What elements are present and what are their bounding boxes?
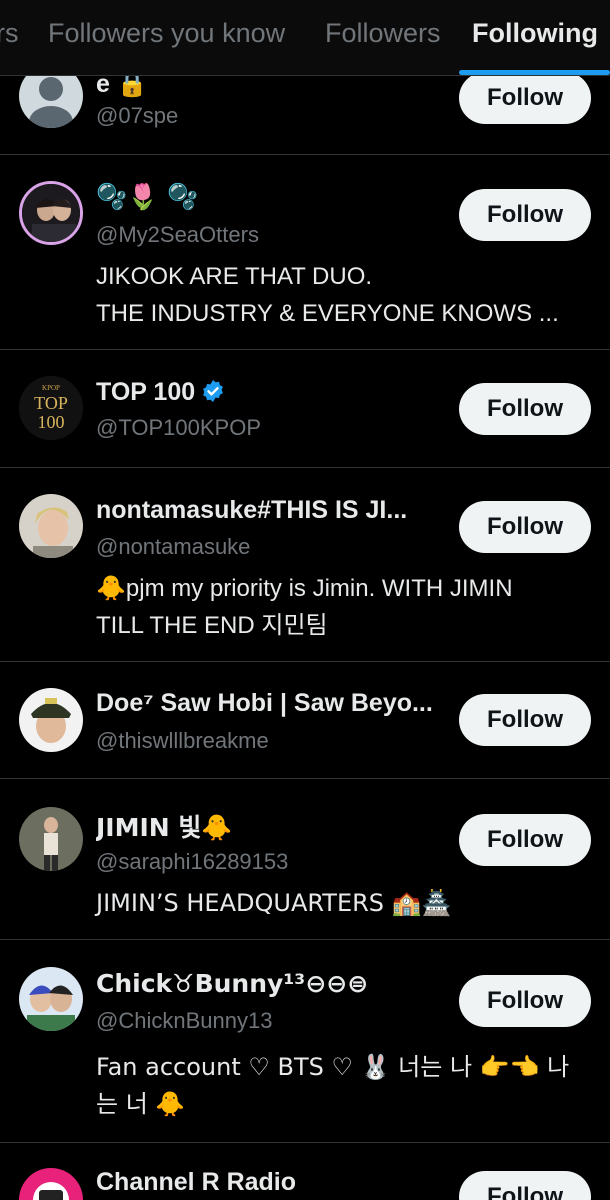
follow-button[interactable]: Follow: [459, 694, 591, 746]
account-name[interactable]: TOP 100: [96, 378, 225, 410]
avatar[interactable]: [19, 807, 83, 871]
follow-button[interactable]: Follow: [459, 975, 591, 1027]
svg-text:TOP: TOP: [34, 393, 68, 413]
account-name[interactable]: nontamasuke#THIS IS JI...: [96, 496, 407, 525]
svg-text:KPOP: KPOP: [42, 384, 60, 392]
tab-followers-you-know[interactable]: Followers you know: [48, 18, 285, 49]
tab-followers[interactable]: Followers: [325, 18, 441, 49]
account-bio: 🐥pjm my priority is Jimin. WITH JIMIN TI…: [96, 575, 513, 639]
account-handle: @saraphi16289153: [96, 849, 289, 874]
account-handle: @ChicknBunny13: [96, 1008, 273, 1033]
account-name[interactable]: 🫧🌷 🫧: [96, 182, 198, 212]
account-bio: Fan account ♡ BTS ♡ 🐰 너는 나 👉👈 나 는 너 🐥: [96, 1053, 570, 1118]
account-name[interactable]: Channel R Radio: [96, 1168, 296, 1197]
account-name[interactable]: Doe⁷ Saw Hobi | Saw Beyo...: [96, 689, 433, 718]
radio-logo[interactable]: [19, 1168, 83, 1200]
account-bio: JIMIN’S HEADQUARTERS 🏫🏯: [96, 889, 452, 917]
account-handle: @TOP100KPOP: [96, 415, 261, 440]
list-item[interactable]: 🫧🌷 🫧 @My2SeaOtters JIKOOK ARE THAT DUO. …: [0, 155, 610, 350]
tab-partial[interactable]: rs: [0, 18, 19, 49]
tab-bar: rs Followers you know Followers Followin…: [0, 0, 610, 76]
list-item[interactable]: Doe⁷ Saw Hobi | Saw Beyo... @thiswlllbre…: [0, 662, 610, 779]
list-item[interactable]: Channel R Radio Follow: [0, 1143, 610, 1200]
follow-button[interactable]: Follow: [459, 189, 591, 241]
account-handle: @My2SeaOtters: [96, 222, 259, 247]
account-handle: @nontamasuke: [96, 534, 251, 559]
svg-text:100: 100: [38, 412, 65, 432]
account-bio: JIKOOK ARE THAT DUO. THE INDUSTRY & EVER…: [96, 263, 559, 327]
list-item[interactable]: JIMIN 빛🐥 @saraphi16289153 JIMIN’S HEADQU…: [0, 779, 610, 940]
active-tab-indicator: [459, 70, 610, 75]
top100-logo[interactable]: KPOP TOP 100: [19, 376, 83, 440]
account-handle: @07spe: [96, 103, 179, 128]
follow-button[interactable]: Follow: [459, 814, 591, 866]
avatar[interactable]: [19, 181, 83, 245]
account-name[interactable]: Chick♉Bunny¹³⊖⊖⊜: [96, 969, 368, 998]
avatar[interactable]: [19, 967, 83, 1031]
list-item[interactable]: nontamasuke#THIS IS JI... @nontamasuke 🐥…: [0, 468, 610, 662]
tab-following[interactable]: Following: [472, 18, 598, 49]
follow-button[interactable]: Follow: [459, 383, 591, 435]
avatar[interactable]: [19, 494, 83, 558]
list-item[interactable]: KPOP TOP 100 TOP 100 @TOP100KPOP Follow: [0, 350, 610, 468]
follow-button[interactable]: Follow: [459, 1171, 591, 1200]
follow-button[interactable]: Follow: [459, 72, 591, 124]
follow-button[interactable]: Follow: [459, 501, 591, 553]
account-name[interactable]: JIMIN 빛🐥: [96, 808, 233, 844]
account-handle: @thiswlllbreakme: [96, 728, 269, 753]
list-item[interactable]: Chick♉Bunny¹³⊖⊖⊜ @ChicknBunny13 Fan acco…: [0, 940, 610, 1143]
avatar[interactable]: [19, 688, 83, 752]
verified-badge-icon: [201, 379, 225, 410]
